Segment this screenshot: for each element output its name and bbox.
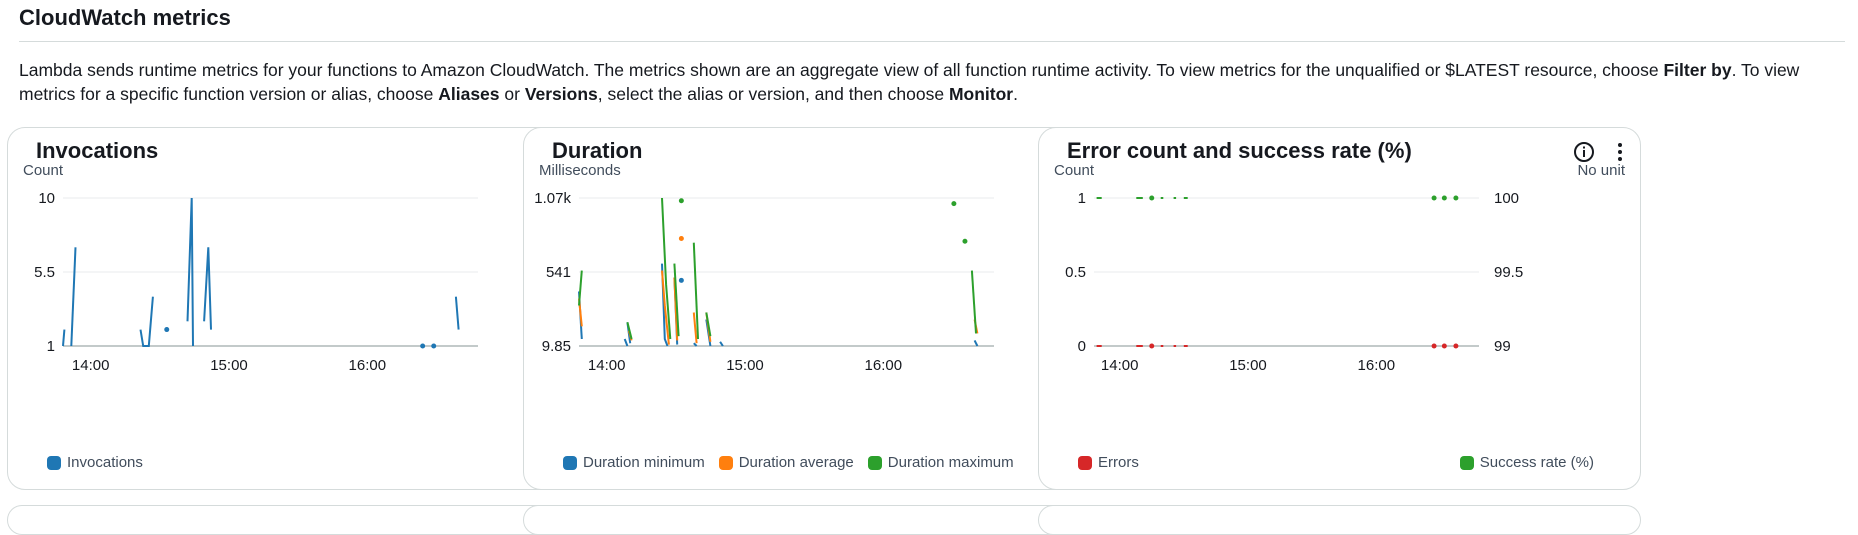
x-tick-label: 15:00	[1229, 357, 1267, 374]
y-tick-label: 1	[47, 338, 55, 355]
y2-tick-label: 99.5	[1494, 264, 1523, 281]
legend-swatch	[47, 455, 61, 470]
x-tick-label: 14:00	[588, 357, 626, 374]
description-text: , select the alias or version, and then …	[597, 84, 949, 104]
legend-item[interactable]: Duration minimum	[563, 454, 705, 471]
legend-label: Success rate (%)	[1479, 454, 1594, 471]
duration-chart: Milliseconds 1.07k 541 9.85 14:00 15:00 16:00	[534, 162, 994, 374]
x-tick-label: 14:00	[1101, 357, 1139, 374]
x-tick-label: 14:00	[72, 357, 110, 374]
description-emphasis: Filter by	[1663, 60, 1732, 80]
error-success-widget: Error count and success rate (%) Count No…	[1038, 127, 1641, 490]
y-tick-label: 0	[1078, 338, 1086, 355]
data-point	[1149, 195, 1155, 201]
y-tick-label: 5.5	[34, 264, 55, 281]
next-row-widget	[523, 505, 1126, 535]
data-point	[678, 277, 684, 283]
data-point	[420, 343, 426, 349]
description-emphasis: Versions	[524, 84, 598, 104]
legend-item[interactable]: Errors	[1078, 454, 1139, 471]
series-line	[973, 339, 979, 347]
invocations-widget: Invocations Count 10 5.5 1 14:00 15:00 16:00 I…	[7, 127, 610, 490]
data-point	[1149, 343, 1155, 349]
legend-label: Duration maximum	[887, 454, 1014, 471]
legend-swatch	[1459, 455, 1474, 470]
y-tick-label: 541	[546, 264, 571, 281]
legend-item[interactable]: Invocations	[47, 454, 143, 471]
chart-legend: Errors Success rate (%)	[1078, 454, 1608, 471]
chart-legend: Invocations	[47, 454, 157, 471]
legend-item[interactable]: Duration average	[718, 454, 854, 471]
x-tick-label: 16:00	[1358, 357, 1396, 374]
x-tick-label: 15:00	[726, 357, 764, 374]
y2-tick-label: 100	[1494, 190, 1519, 207]
y-axis-unit-label: Count	[23, 162, 64, 179]
y-tick-label: 10	[38, 190, 55, 207]
invocations-chart: Count 10 5.5 1 14:00 15:00 16:00	[23, 162, 478, 374]
y-tick-label: 0.5	[1065, 264, 1086, 281]
data-point	[1453, 195, 1459, 201]
description-emphasis: Monitor	[948, 84, 1014, 104]
x-tick-label: 15:00	[210, 357, 248, 374]
chart-legend: Duration minimum Duration average Duration…	[563, 454, 1028, 471]
data-point	[1431, 343, 1437, 349]
y-axis-unit-label: Count	[1054, 162, 1095, 179]
legend-swatch	[718, 455, 733, 470]
description-text: .	[1013, 84, 1018, 104]
legend-swatch	[1078, 455, 1092, 470]
series-line	[454, 296, 460, 330]
series-line	[203, 247, 212, 330]
series-line	[719, 341, 724, 347]
data-point	[1441, 195, 1447, 201]
series-line	[70, 247, 77, 347]
next-row-widget	[7, 505, 610, 535]
x-tick-label: 16:00	[349, 357, 387, 374]
legend-label: Errors	[1098, 454, 1139, 471]
data-point	[1453, 343, 1459, 349]
data-point	[1431, 195, 1437, 201]
data-point	[951, 201, 957, 207]
section-description: Lambda sends runtime metrics for your fu…	[19, 58, 1839, 106]
series-line	[970, 270, 977, 334]
data-point	[678, 235, 684, 241]
legend-label: Invocations	[67, 454, 143, 471]
description-emphasis: Aliases	[438, 84, 500, 104]
data-point	[431, 343, 437, 349]
y2-tick-label: 99	[1494, 338, 1511, 355]
legend-swatch	[867, 455, 882, 470]
y2-axis-unit-label: No unit	[1577, 162, 1625, 179]
data-point	[678, 198, 684, 204]
duration-widget: Duration Milliseconds 1.07k 541 9.85 14:00 15…	[523, 127, 1126, 490]
data-point	[164, 327, 170, 333]
legend-label: Duration average	[738, 454, 854, 471]
description-text: or	[499, 84, 525, 104]
y-tick-label: 1.07k	[534, 190, 571, 207]
legend-item[interactable]: Success rate (%)	[1459, 454, 1594, 471]
description-text: Lambda sends runtime metrics for your fu…	[19, 60, 1664, 80]
y-tick-label: 9.85	[542, 338, 571, 355]
series-line	[578, 270, 583, 306]
series-line	[62, 329, 66, 347]
title-divider	[19, 41, 1845, 42]
error-success-chart: Count No unit 1 0.5 0 100 99.5 99 14:00 15:00 16:0…	[1054, 162, 1626, 374]
series-line	[139, 296, 154, 347]
data-point	[962, 238, 968, 244]
legend-label: Duration minimum	[583, 454, 705, 471]
page-title: CloudWatch metrics	[19, 5, 231, 30]
series-line	[623, 338, 629, 347]
legend-swatch	[563, 455, 577, 470]
y-tick-label: 1	[1078, 190, 1086, 207]
y-axis-unit-label: Milliseconds	[539, 162, 621, 179]
data-point	[1441, 343, 1447, 349]
next-row-widget	[1038, 505, 1641, 535]
legend-item[interactable]: Duration maximum	[867, 454, 1014, 471]
x-tick-label: 16:00	[865, 357, 903, 374]
